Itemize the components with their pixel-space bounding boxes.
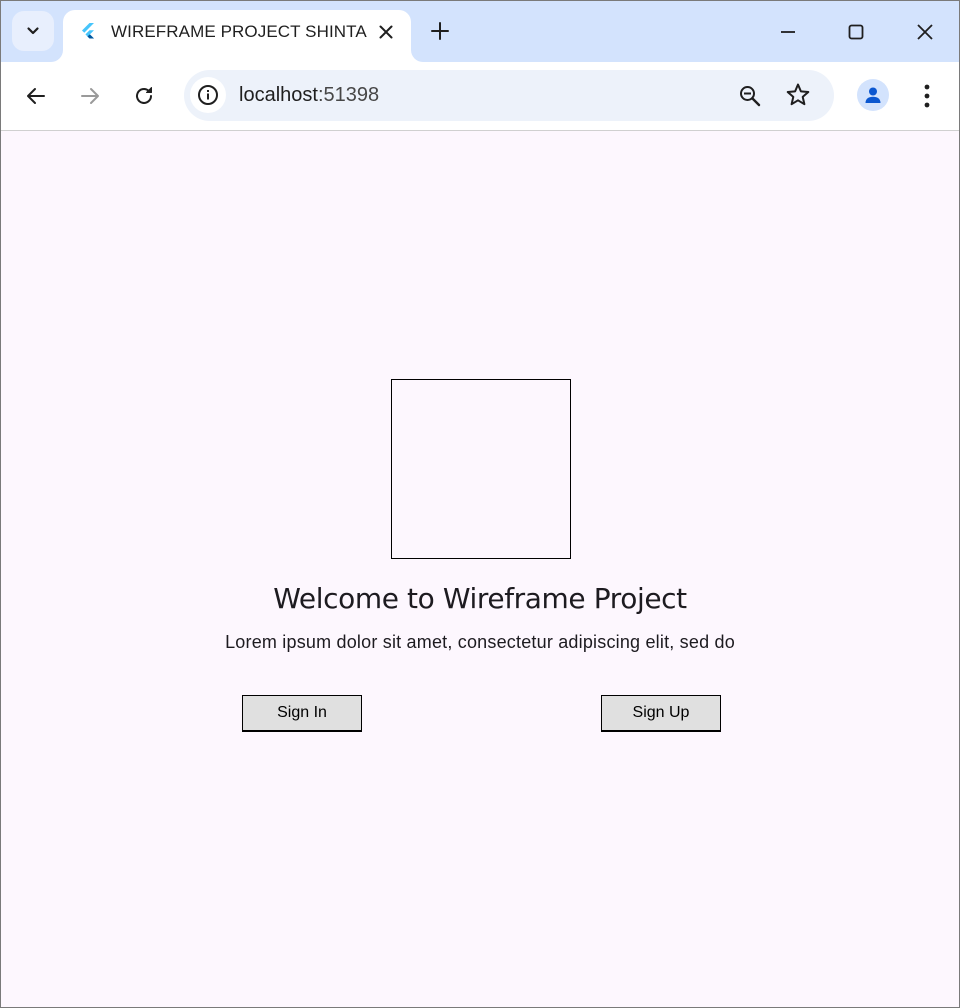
url-host: localhost xyxy=(239,84,318,106)
active-tab[interactable]: WIREFRAME PROJECT SHINTA xyxy=(63,10,411,62)
site-info-button[interactable] xyxy=(190,77,226,113)
close-icon xyxy=(917,24,933,40)
browser-toolbar: localhost:51398 xyxy=(1,62,959,131)
arrow-right-icon xyxy=(81,88,99,104)
person-icon xyxy=(865,87,881,103)
maximize-button[interactable] xyxy=(839,15,873,49)
profile-button[interactable] xyxy=(857,79,889,111)
url-text[interactable]: localhost:51398 xyxy=(239,84,379,107)
chevron-down-icon xyxy=(27,27,39,35)
page-content: Welcome to Wireframe Project Lorem ipsum… xyxy=(1,132,959,1007)
window-close-button[interactable] xyxy=(908,15,942,49)
new-tab-button[interactable] xyxy=(429,20,451,42)
tab-title: WIREFRAME PROJECT SHINTA xyxy=(111,22,367,41)
page-title: Welcome to Wireframe Project xyxy=(273,582,687,615)
reload-icon xyxy=(136,87,152,104)
maximize-icon xyxy=(848,24,864,40)
arrow-left-icon xyxy=(27,88,45,104)
url-port: :51398 xyxy=(317,84,380,106)
flutter-icon xyxy=(82,23,94,39)
browser-window: WIREFRAME PROJECT SHINTA localhost:51398… xyxy=(0,0,960,1008)
minimize-button[interactable] xyxy=(771,15,805,49)
tab-search-button[interactable] xyxy=(12,11,54,51)
sign-up-button[interactable]: Sign Up xyxy=(601,695,721,732)
minimize-icon xyxy=(781,31,795,33)
close-icon xyxy=(379,25,393,39)
bookmark-star-icon[interactable] xyxy=(785,82,811,108)
info-icon xyxy=(198,85,218,105)
reload-button[interactable] xyxy=(130,82,158,110)
forward-button[interactable] xyxy=(76,82,104,110)
tab-close-button[interactable] xyxy=(375,21,397,43)
plus-icon xyxy=(431,22,449,40)
page-description: Lorem ipsum dolor sit amet, consectetur … xyxy=(225,632,735,652)
more-vertical-icon xyxy=(924,84,930,108)
tab-strip: WIREFRAME PROJECT SHINTA xyxy=(1,1,959,62)
address-bar[interactable]: localhost:51398 xyxy=(184,70,834,121)
zoom-out-icon[interactable] xyxy=(737,83,763,109)
image-placeholder xyxy=(391,379,571,559)
back-button[interactable] xyxy=(22,82,50,110)
sign-in-button[interactable]: Sign In xyxy=(242,695,362,732)
browser-menu-button[interactable] xyxy=(914,82,940,110)
